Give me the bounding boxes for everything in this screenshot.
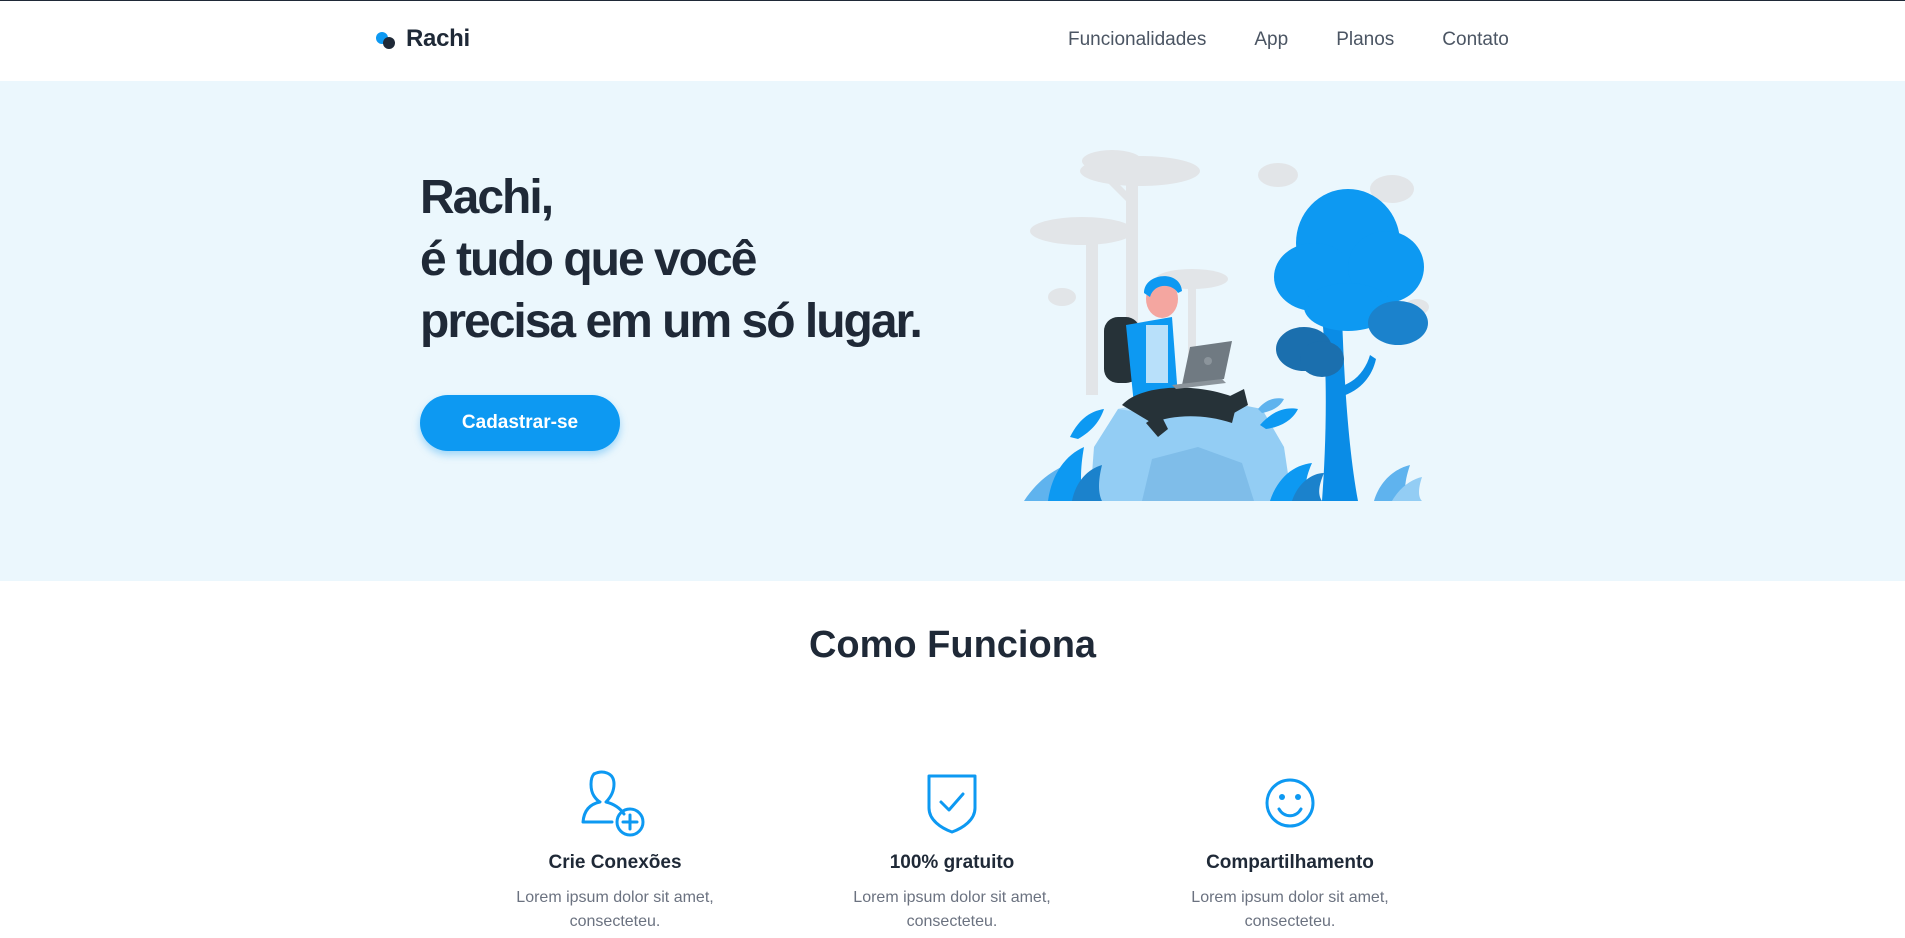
smile-icon (1265, 778, 1315, 828)
feature-description-line: Lorem ipsum dolor sit amet, (1191, 889, 1389, 906)
feature-card: Crie Conexões Lorem ipsum dolor sit amet… (475, 768, 755, 934)
hero-title-line: precisa em um só lugar. (420, 295, 923, 348)
feature-description-line: consecteteu. (569, 913, 661, 930)
hero-title-line: é tudo que você (420, 233, 757, 286)
feature-description-line: Lorem ipsum dolor sit amet, (516, 889, 714, 906)
feature-title: Compartilhamento (1206, 852, 1374, 873)
feature-description: Lorem ipsum dolor sit amet, consecteteu. (475, 886, 755, 934)
brand-logo-icon (376, 29, 396, 49)
feature-card: Compartilhamento Lorem ipsum dolor sit a… (1150, 768, 1430, 934)
nav-link-contato[interactable]: Contato (1442, 29, 1509, 51)
shield-check-icon (927, 774, 977, 834)
site-header: Rachi Funcionalidades App Planos Contato (0, 1, 1905, 81)
brand-logo-link[interactable]: Rachi (376, 25, 470, 53)
hero-section: Rachi, é tudo que você precisa em um só … (0, 81, 1905, 581)
feature-title: Crie Conexões (548, 852, 682, 873)
hero-title-line: Rachi, (420, 171, 554, 224)
main-nav: Funcionalidades App Planos Contato (1068, 29, 1509, 51)
feature-description-line: consecteteu. (906, 913, 998, 930)
hero-title: Rachi, é tudo que você precisa em um só … (420, 167, 923, 353)
nav-link-app[interactable]: App (1254, 29, 1288, 51)
brand-name: Rachi (406, 25, 470, 52)
user-plus-icon (581, 770, 645, 837)
section-title: Como Funciona (808, 624, 1097, 666)
feature-description-line: consecteteu. (1244, 913, 1336, 930)
signup-button[interactable]: Cadastrar-se (420, 395, 620, 451)
feature-description: Lorem ipsum dolor sit amet, consecteteu. (1150, 886, 1430, 934)
feature-description-line: Lorem ipsum dolor sit amet, (853, 889, 1051, 906)
nav-link-planos[interactable]: Planos (1336, 29, 1394, 51)
feature-card: 100% gratuito Lorem ipsum dolor sit amet… (812, 768, 1092, 934)
feature-title: 100% gratuito (889, 852, 1015, 873)
hero-illustration (1024, 150, 1429, 501)
blue-tree (1274, 189, 1428, 501)
feature-description: Lorem ipsum dolor sit amet, consecteteu. (812, 886, 1092, 934)
nav-link-funcionalidades[interactable]: Funcionalidades (1068, 29, 1206, 51)
